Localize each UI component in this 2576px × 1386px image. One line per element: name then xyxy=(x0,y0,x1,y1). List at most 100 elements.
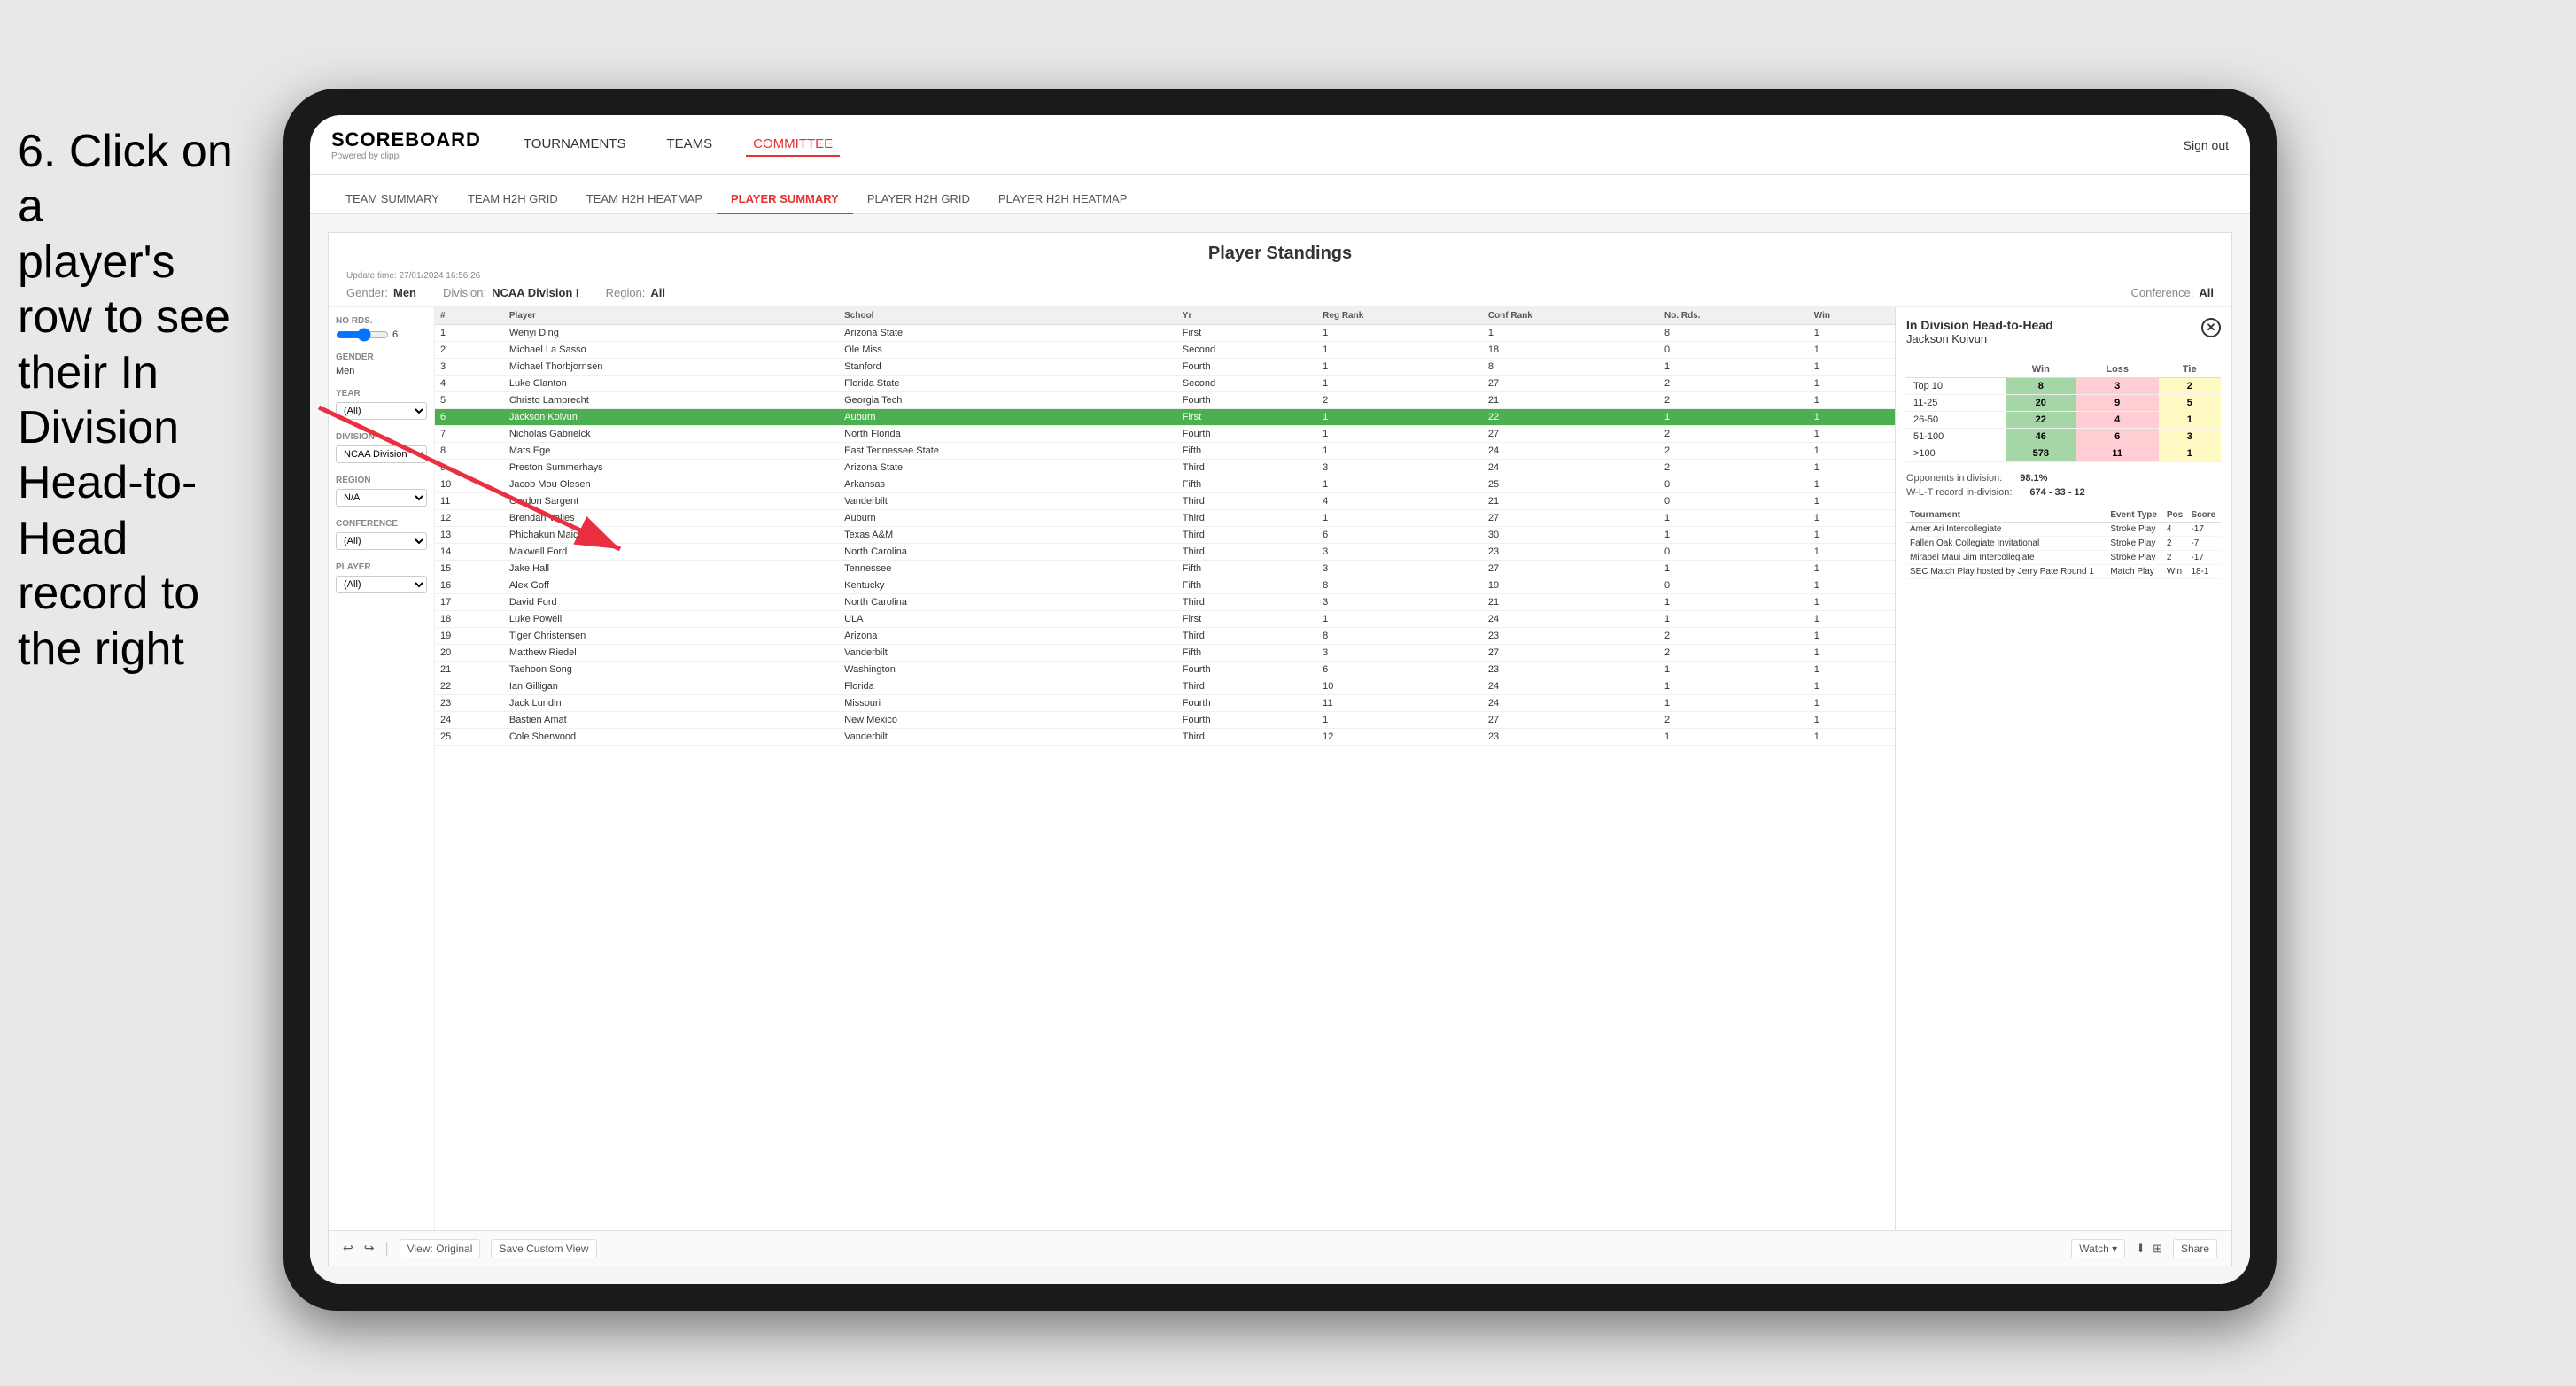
cell-name: Gordon Sargent xyxy=(504,493,839,510)
table-row[interactable]: 18 Luke Powell ULA First 1 24 1 1 xyxy=(435,611,1895,628)
table-row[interactable]: 13 Phichakun Maichon Texas A&M Third 6 3… xyxy=(435,527,1895,544)
cell-name: Michael La Sasso xyxy=(504,342,839,359)
table-row[interactable]: 4 Luke Clanton Florida State Second 1 27… xyxy=(435,376,1895,392)
nav-tournaments[interactable]: TOURNAMENTS xyxy=(516,133,633,157)
tourn-type: Stroke Play xyxy=(2107,537,2163,551)
table-row[interactable]: 1 Wenyi Ding Arizona State First 1 1 8 1 xyxy=(435,325,1895,342)
cell-name: Jackson Koivun xyxy=(504,409,839,426)
table-row[interactable]: 10 Jacob Mou Olesen Arkansas Fifth 1 25 … xyxy=(435,476,1895,493)
view-original-button[interactable]: View: Original xyxy=(400,1239,481,1258)
rounds-slider[interactable] xyxy=(336,330,389,339)
nav-items: TOURNAMENTS TEAMS COMMITTEE xyxy=(516,133,2184,157)
sub-nav-team-h2h-grid[interactable]: TEAM H2H GRID xyxy=(454,185,572,214)
cell-conf-rank: 24 xyxy=(1483,695,1659,712)
nav-teams[interactable]: TEAMS xyxy=(659,133,719,157)
h2h-row: 11-25 20 9 5 xyxy=(1906,395,2221,412)
region-select[interactable]: N/A xyxy=(336,489,427,507)
sign-out-button[interactable]: Sign out xyxy=(2184,138,2229,152)
sub-nav-team-summary[interactable]: TEAM SUMMARY xyxy=(331,185,454,214)
col-no-rds: No. Rds. xyxy=(1659,307,1809,325)
table-row[interactable]: 7 Nicholas Gabrielck North Florida Fourt… xyxy=(435,426,1895,443)
player-select[interactable]: (All) xyxy=(336,576,427,593)
gender-label: Gender: xyxy=(346,286,388,299)
watch-button[interactable]: Watch ▾ xyxy=(2071,1239,2125,1258)
player-table: # Player School Yr Reg Rank Conf Rank No… xyxy=(435,307,1895,746)
table-row[interactable]: 24 Bastien Amat New Mexico Fourth 1 27 2… xyxy=(435,712,1895,729)
table-row[interactable]: 3 Michael Thorbjornsen Stanford Fourth 1… xyxy=(435,359,1895,376)
h2h-win: 8 xyxy=(2006,378,2076,395)
table-row[interactable]: 12 Brendan Valles Auburn Third 1 27 1 1 xyxy=(435,510,1895,527)
cell-yr: Fourth xyxy=(1177,695,1317,712)
table-row[interactable]: 21 Taehoon Song Washington Fourth 6 23 1… xyxy=(435,662,1895,678)
conference-select[interactable]: (All) xyxy=(336,532,427,550)
h2h-close-button[interactable]: ✕ xyxy=(2201,318,2221,337)
table-row[interactable]: 16 Alex Goff Kentucky Fifth 8 19 0 1 xyxy=(435,577,1895,594)
cell-win: 1 xyxy=(1809,594,1895,611)
cell-reg-rank: 12 xyxy=(1317,729,1483,746)
panel-body: No Rds. 6 Gender Men Year xyxy=(329,307,2231,1230)
h2h-range: 51-100 xyxy=(1906,429,2006,445)
year-select[interactable]: (All) xyxy=(336,402,427,420)
cell-rank: 16 xyxy=(435,577,504,594)
tourn-pos: 2 xyxy=(2163,551,2188,565)
cell-rank: 14 xyxy=(435,544,504,561)
cell-school: North Carolina xyxy=(839,544,1177,561)
toolbar-icons: ⬇ ⊞ xyxy=(2136,1242,2162,1256)
table-row[interactable]: 19 Tiger Christensen Arizona Third 8 23 … xyxy=(435,628,1895,645)
h2h-row: Top 10 8 3 2 xyxy=(1906,378,2221,395)
cell-win: 1 xyxy=(1809,443,1895,460)
cell-yr: Third xyxy=(1177,493,1317,510)
table-row[interactable]: 15 Jake Hall Tennessee Fifth 3 27 1 1 xyxy=(435,561,1895,577)
cell-name: Michael Thorbjornsen xyxy=(504,359,839,376)
cell-rank: 4 xyxy=(435,376,504,392)
sub-nav-player-h2h-heatmap[interactable]: PLAYER H2H HEATMAP xyxy=(984,185,1141,214)
table-row[interactable]: 22 Ian Gilligan Florida Third 10 24 1 1 xyxy=(435,678,1895,695)
table-row[interactable]: 9 Preston Summerhays Arizona State Third… xyxy=(435,460,1895,476)
col-win: Win xyxy=(1809,307,1895,325)
table-row[interactable]: 14 Maxwell Ford North Carolina Third 3 2… xyxy=(435,544,1895,561)
nav-committee[interactable]: COMMITTEE xyxy=(746,133,840,157)
cell-rank: 25 xyxy=(435,729,504,746)
h2h-range: >100 xyxy=(1906,445,2006,462)
table-row[interactable]: 2 Michael La Sasso Ole Miss Second 1 18 … xyxy=(435,342,1895,359)
cell-conf-rank: 24 xyxy=(1483,443,1659,460)
toolbar-undo[interactable]: ↩ xyxy=(343,1241,353,1256)
toolbar-icon-1[interactable]: ⬇ xyxy=(2136,1242,2145,1256)
table-row[interactable]: 17 David Ford North Carolina Third 3 21 … xyxy=(435,594,1895,611)
table-row[interactable]: 23 Jack Lundin Missouri Fourth 11 24 1 1 xyxy=(435,695,1895,712)
cell-rank: 7 xyxy=(435,426,504,443)
h2h-win: 22 xyxy=(2006,412,2076,429)
share-button[interactable]: Share xyxy=(2173,1239,2217,1258)
toolbar-redo[interactable]: ↪ xyxy=(364,1241,375,1256)
cell-reg-rank: 8 xyxy=(1317,577,1483,594)
sub-nav-player-summary[interactable]: PLAYER SUMMARY xyxy=(717,185,853,214)
cell-rank: 13 xyxy=(435,527,504,544)
save-custom-view-button[interactable]: Save Custom View xyxy=(491,1239,596,1258)
table-row[interactable]: 20 Matthew Riedel Vanderbilt Fifth 3 27 … xyxy=(435,645,1895,662)
cell-name: Cole Sherwood xyxy=(504,729,839,746)
h2h-row: 26-50 22 4 1 xyxy=(1906,412,2221,429)
cell-yr: Third xyxy=(1177,510,1317,527)
table-row[interactable]: 25 Cole Sherwood Vanderbilt Third 12 23 … xyxy=(435,729,1895,746)
table-row[interactable]: 8 Mats Ege East Tennessee State Fifth 1 … xyxy=(435,443,1895,460)
cell-reg-rank: 1 xyxy=(1317,409,1483,426)
table-row[interactable]: 11 Gordon Sargent Vanderbilt Third 4 21 … xyxy=(435,493,1895,510)
division-select[interactable]: NCAA Division I xyxy=(336,445,427,463)
table-row[interactable]: 5 Christo Lamprecht Georgia Tech Fourth … xyxy=(435,392,1895,409)
cell-rank: 24 xyxy=(435,712,504,729)
cell-school: Kentucky xyxy=(839,577,1177,594)
cell-conf-rank: 21 xyxy=(1483,392,1659,409)
sub-nav-player-h2h-grid[interactable]: PLAYER H2H GRID xyxy=(853,185,984,214)
cell-name: Jack Lundin xyxy=(504,695,839,712)
cell-yr: Fourth xyxy=(1177,392,1317,409)
table-row[interactable]: 6 Jackson Koivun Auburn First 1 22 1 1 xyxy=(435,409,1895,426)
h2h-col-loss: Loss xyxy=(2076,361,2159,378)
cell-no-rds: 1 xyxy=(1659,527,1809,544)
cell-reg-rank: 1 xyxy=(1317,359,1483,376)
toolbar-icon-2[interactable]: ⊞ xyxy=(2153,1242,2162,1256)
tournament-header-row: Tournament Event Type Pos Score xyxy=(1906,508,2221,523)
cell-win: 1 xyxy=(1809,628,1895,645)
tourn-score: -17 xyxy=(2187,551,2221,565)
sub-nav-team-h2h-heatmap[interactable]: TEAM H2H HEATMAP xyxy=(572,185,717,214)
h2h-row: 51-100 46 6 3 xyxy=(1906,429,2221,445)
